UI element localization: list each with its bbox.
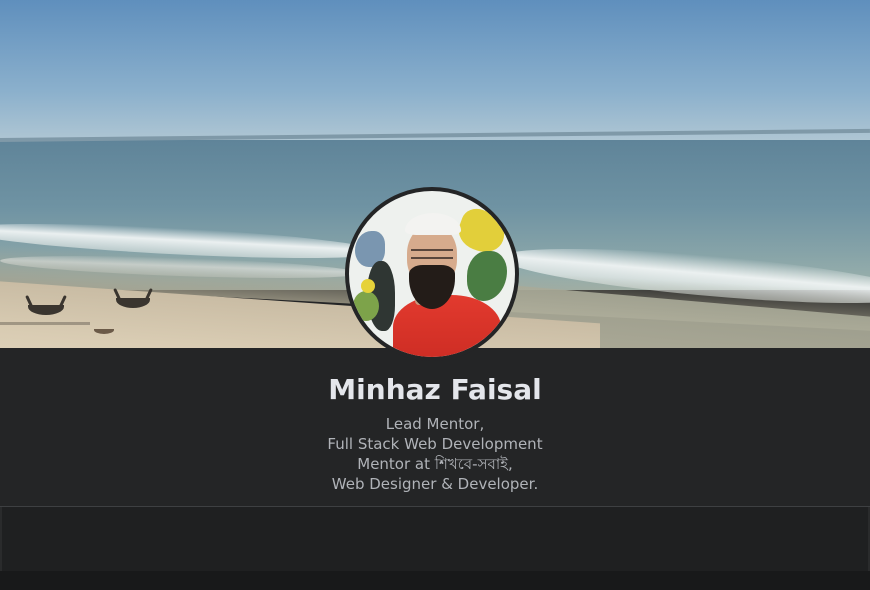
avatar-cap <box>405 213 461 235</box>
cover-sky <box>0 0 870 152</box>
avatar-shirt <box>393 295 501 357</box>
bottom-strip <box>0 571 870 590</box>
profile-info: Minhaz Faisal Lead Mentor, Full Stack We… <box>0 348 870 506</box>
avatar-paint-splash <box>353 291 379 321</box>
profile-page: Minhaz Faisal Lead Mentor, Full Stack We… <box>0 0 870 590</box>
bio-line: Full Stack Web Development <box>327 435 543 453</box>
bio-line: Mentor at শিখবে-সবাই, <box>357 455 513 473</box>
avatar-paint-splash <box>467 251 507 301</box>
avatar-paint-splash <box>361 279 375 293</box>
bio-line: Lead Mentor, <box>385 415 485 433</box>
bio-line: Web Designer & Developer. <box>331 475 539 493</box>
profile-picture[interactable] <box>345 187 519 361</box>
profile-name: Minhaz Faisal <box>328 373 542 406</box>
avatar-glasses <box>411 249 453 259</box>
cover-beach-shadow <box>0 322 90 325</box>
profile-tab-bar <box>0 507 870 571</box>
profile-bio: Lead Mentor, Full Stack Web Development … <box>0 414 870 494</box>
